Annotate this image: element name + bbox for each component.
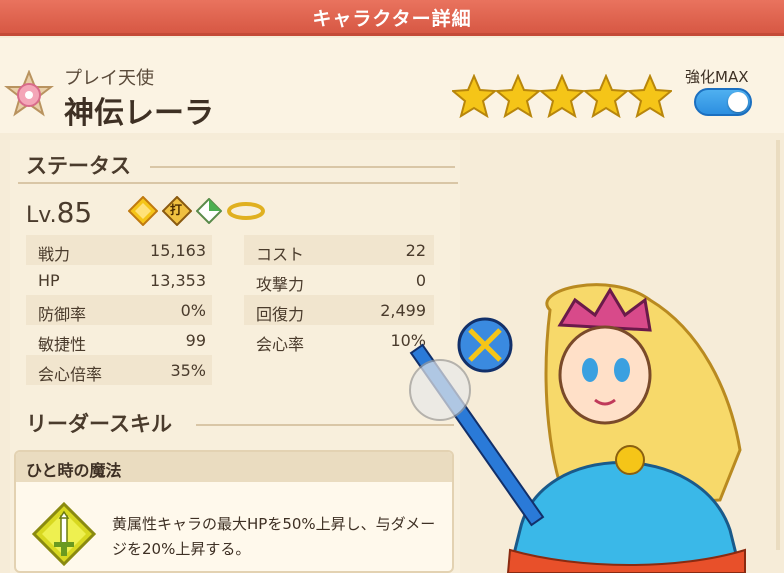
character-name: 神伝レーラ bbox=[64, 96, 214, 131]
stat-label: HP bbox=[38, 271, 60, 290]
stat-value: 35% bbox=[170, 361, 206, 380]
stat-label: 敏捷性 bbox=[38, 335, 87, 354]
stat-row-cost: コスト 22 bbox=[244, 235, 434, 265]
leader-skill-section-title: リーダースキル bbox=[26, 412, 172, 436]
stat-label: 防御率 bbox=[38, 305, 87, 324]
stat-value: 99 bbox=[185, 331, 206, 350]
star-icon bbox=[540, 74, 584, 118]
stat-label: 戦力 bbox=[38, 245, 71, 264]
enhance-max-label: 強化MAX bbox=[685, 68, 749, 86]
skill-name-bar: ひと時の魔法 bbox=[16, 452, 452, 482]
skill-name: ひと時の魔法 bbox=[26, 461, 122, 480]
stat-label: コスト bbox=[256, 245, 305, 264]
character-illustration bbox=[409, 283, 746, 573]
star-icon bbox=[584, 74, 628, 118]
stat-value: 0% bbox=[180, 301, 206, 320]
stat-label: 攻撃力 bbox=[256, 275, 305, 294]
rarity-stars bbox=[452, 74, 672, 118]
gold-ring-icon bbox=[227, 202, 265, 220]
sword-skill-icon bbox=[32, 502, 96, 566]
skill-description: 黄属性キャラの最大HPを50%上昇し、与ダメージを20%上昇する。 bbox=[112, 515, 436, 558]
stat-value: 13,353 bbox=[150, 271, 206, 290]
strike-type-icon: 打 bbox=[162, 196, 192, 226]
stat-value: 22 bbox=[405, 241, 426, 260]
character-epithet: プレイ天使 bbox=[64, 68, 154, 89]
stat-row-hp: HP 13,353 bbox=[26, 265, 212, 295]
strike-type-text: 打 bbox=[170, 203, 183, 217]
stat-row-power: 戦力 15,163 bbox=[26, 235, 212, 265]
leader-skill-card: ひと時の魔法 黄属性キャラの最大HPを50%上昇し、与ダメージを20%上昇する。 bbox=[14, 450, 454, 573]
level-value: 85 bbox=[56, 196, 93, 229]
scrollbar[interactable] bbox=[776, 140, 780, 550]
status-section-title: ステータス bbox=[26, 154, 131, 178]
title-bar: キャラクター詳細 bbox=[0, 0, 784, 36]
stat-row-agility: 敏捷性 99 bbox=[26, 325, 212, 355]
star-icon bbox=[628, 74, 672, 118]
status-underline bbox=[18, 182, 458, 184]
stat-row-defense: 防御率 0% bbox=[26, 295, 212, 325]
enhance-max-toggle[interactable] bbox=[694, 88, 752, 116]
status-divider bbox=[150, 166, 455, 168]
stat-label: 回復力 bbox=[256, 305, 305, 324]
star-icon bbox=[452, 74, 496, 118]
pink-flower-emblem-icon bbox=[4, 70, 54, 117]
toggle-knob bbox=[728, 92, 748, 112]
star-icon bbox=[496, 74, 540, 118]
screen-title: キャラクター詳細 bbox=[312, 8, 472, 30]
attribute-icons: 打 bbox=[128, 196, 266, 226]
level-display: Lv.85 bbox=[26, 196, 92, 229]
green-white-diamond-icon bbox=[196, 198, 222, 224]
yellow-diamond-icon bbox=[128, 196, 158, 226]
stat-row-crit-multiplier: 会心倍率 35% bbox=[26, 355, 212, 385]
stat-label: 会心倍率 bbox=[38, 365, 103, 384]
stat-label: 会心率 bbox=[256, 335, 305, 354]
stat-value: 15,163 bbox=[150, 241, 206, 260]
level-prefix: Lv. bbox=[26, 203, 57, 228]
